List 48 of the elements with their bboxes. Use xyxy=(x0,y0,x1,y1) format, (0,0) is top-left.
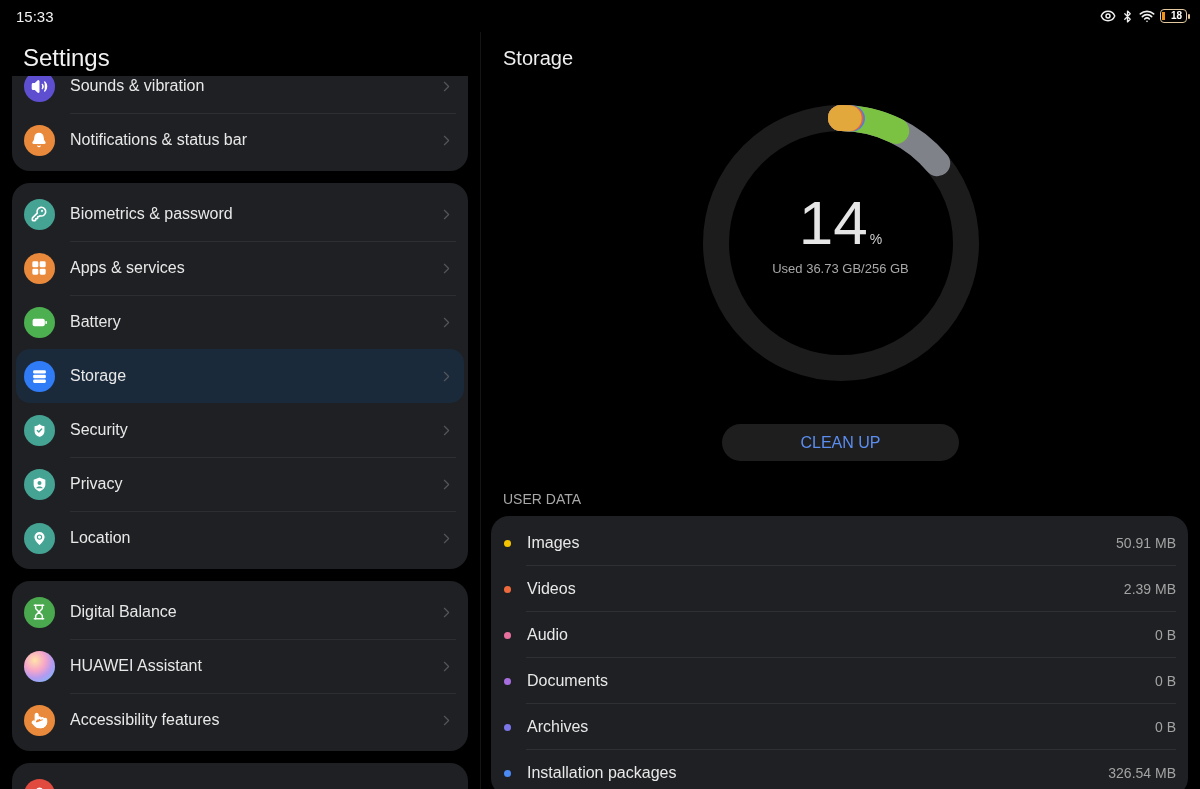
wifi-icon xyxy=(1139,8,1155,24)
gradient-orb-icon xyxy=(23,650,55,682)
clean-up-button[interactable]: CLEAN UP xyxy=(722,424,959,461)
category-size: 0 B xyxy=(1155,673,1176,689)
shield-person-icon xyxy=(23,468,55,500)
sidebar-item[interactable]: Apps & services xyxy=(16,241,464,295)
category-size: 2.39 MB xyxy=(1123,581,1176,597)
category-name[interactable]: Audio xyxy=(527,626,1155,644)
stacked-bars-icon xyxy=(23,360,55,392)
sidebar-item[interactable]: Battery xyxy=(16,295,464,349)
sidebar-item[interactable]: Security xyxy=(16,403,464,457)
grid-icon xyxy=(23,252,55,284)
sidebar-item[interactable]: Sounds & vibration xyxy=(16,76,464,113)
bell-icon xyxy=(23,124,55,156)
battery-icon xyxy=(23,306,55,338)
speaker-icon xyxy=(23,76,55,102)
hourglass-icon xyxy=(23,596,55,628)
sidebar-item[interactable]: Notifications & status bar xyxy=(16,113,464,167)
category-name[interactable]: Documents xyxy=(527,672,1155,690)
pane-title: Storage xyxy=(503,47,574,70)
category-size: 0 B xyxy=(1155,627,1176,643)
sidebar-item[interactable]: HUAWEI Assistant xyxy=(16,639,464,693)
usage-percent: 14 xyxy=(798,192,868,254)
category-size: 326.54 MB xyxy=(1108,765,1176,781)
sidebar-item[interactable]: Biometrics & password xyxy=(16,187,464,241)
category-name[interactable]: Images xyxy=(527,534,1117,552)
eye-icon xyxy=(1100,8,1116,24)
sidebar-item[interactable]: Privacy xyxy=(16,457,464,511)
section-label: USER DATA xyxy=(503,490,582,508)
usage-summary: Used 36.73 GB/256 GB xyxy=(772,261,909,277)
category-name[interactable]: Videos xyxy=(527,580,1124,598)
sidebar-item[interactable]: Accessibility features xyxy=(16,693,464,747)
shield-check-icon xyxy=(23,414,55,446)
sidebar-item[interactable]: Digital Balance xyxy=(16,585,464,639)
category-name[interactable]: Archives xyxy=(527,718,1155,736)
bluetooth-icon xyxy=(1121,9,1134,23)
percent-unit: % xyxy=(869,231,883,247)
battery-indicator: 18 xyxy=(1160,9,1190,23)
page-title: Settings xyxy=(23,44,110,72)
category-size: 50.91 MB xyxy=(1116,535,1176,551)
hand-pointer-icon xyxy=(23,704,55,736)
sidebar-item[interactable]: Location xyxy=(16,511,464,565)
category-size: 0 B xyxy=(1155,719,1176,735)
category-name[interactable]: Installation packages xyxy=(527,764,1109,782)
sidebar-item[interactable]: Storage xyxy=(16,349,464,403)
status-time: 15:33 xyxy=(16,7,54,25)
key-icon xyxy=(23,198,55,230)
location-pin-icon xyxy=(23,522,55,554)
